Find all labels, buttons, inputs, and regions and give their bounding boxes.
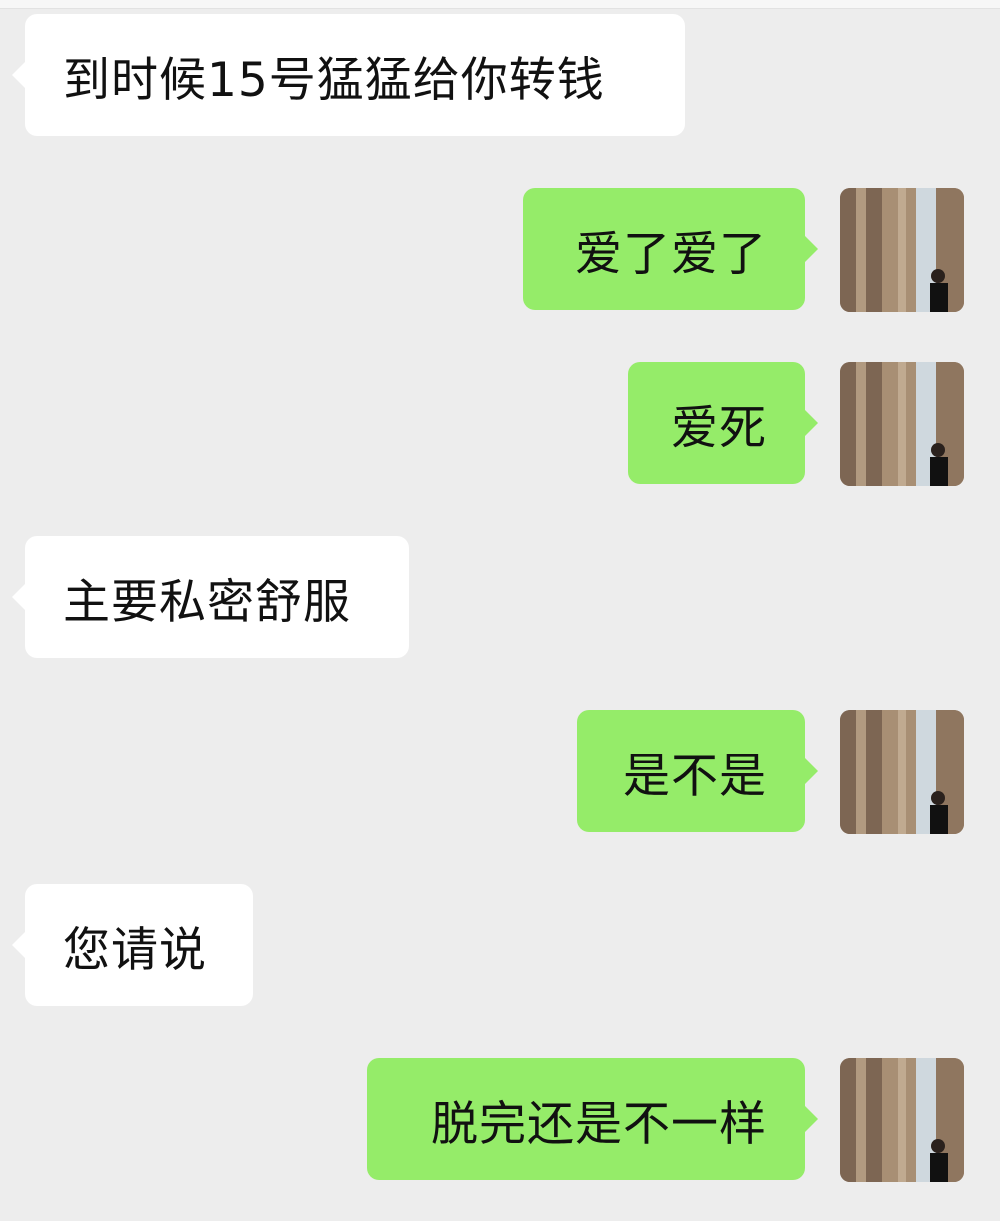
message-text: 爱死 (671, 400, 767, 456)
message-bubble-outgoing[interactable]: 是不是 (577, 710, 818, 832)
message-bubble-incoming[interactable]: 到时候15号猛猛给你转钱 (12, 14, 685, 136)
message-text: 爱了爱了 (575, 226, 767, 282)
message-bubble-outgoing[interactable]: 脱完还是不一样 (367, 1058, 818, 1180)
message-text: 是不是 (623, 748, 767, 804)
message-text: 您请说 (63, 922, 207, 978)
message-text: 到时候15号猛猛给你转钱 (63, 52, 605, 108)
message-bubble-incoming[interactable]: 主要私密舒服 (12, 536, 409, 658)
message-text: 主要私密舒服 (63, 574, 351, 630)
user-avatar[interactable] (840, 188, 964, 312)
message-bubble-outgoing[interactable]: 爱死 (628, 362, 818, 484)
message-text: 脱完还是不一样 (431, 1096, 767, 1152)
user-avatar[interactable] (840, 710, 964, 834)
user-avatar[interactable] (840, 362, 964, 486)
message-bubble-outgoing[interactable]: 爱了爱了 (523, 188, 818, 310)
chat-message-list[interactable]: 到时候15号猛猛给你转钱 爱了爱了 爱死 主要私密舒服 是不是 您请说 脱完还是… (0, 0, 1000, 1221)
message-bubble-incoming[interactable]: 您请说 (12, 884, 253, 1006)
user-avatar[interactable] (840, 1058, 964, 1182)
